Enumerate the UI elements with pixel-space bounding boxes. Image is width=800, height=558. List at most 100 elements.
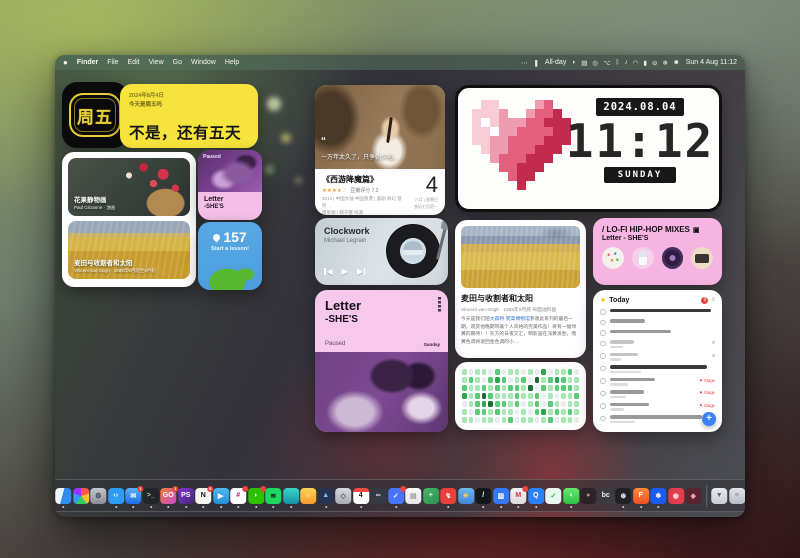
status-icon[interactable]: ◎	[592, 59, 598, 67]
dock-icon-chatgpt[interactable]: ⊛	[615, 488, 631, 504]
ipod-icon[interactable]	[632, 247, 654, 269]
dock-icon-teal-app[interactable]	[283, 488, 299, 504]
task-checkbox[interactable]	[600, 391, 606, 397]
dock-icon-notion[interactable]: N5	[195, 488, 211, 504]
task-row[interactable]: ⚑ Stage	[600, 403, 715, 411]
status-icon[interactable]: ⌥	[603, 59, 611, 67]
task-checkbox[interactable]	[600, 330, 606, 336]
music-widget-small[interactable]: Paused Letter -SHE'S	[198, 150, 262, 220]
task-checkbox[interactable]	[600, 353, 606, 359]
status-icon[interactable]: ▮	[643, 59, 647, 67]
pixel-clock-widget[interactable]: 2024.08.04 11:12 SUNDAY	[455, 85, 722, 212]
dock-icon-dark-blue-app[interactable]: ▲	[318, 488, 334, 504]
task-checkbox[interactable]	[600, 341, 606, 347]
dock-icon-vscode[interactable]: ‹›	[108, 488, 124, 504]
task-checkbox[interactable]	[600, 320, 606, 326]
task-checkbox[interactable]	[600, 309, 606, 315]
museum-link[interactable]: 文森特·梵高博物馆	[490, 317, 530, 322]
task-row[interactable]: ⚑ Stage	[600, 390, 715, 398]
list-menu-icon[interactable]: ≡	[711, 297, 715, 303]
play-button[interactable]: ▶	[342, 267, 348, 276]
dock-icon-red-face[interactable]: ◉	[668, 488, 684, 504]
task-row[interactable]: ⚑ Stage	[600, 378, 715, 386]
dock-icon-docs-blue[interactable]: ▥	[493, 488, 509, 504]
artwork-item[interactable]: 花果静物画Paul Cézanne · 油画	[68, 158, 190, 216]
camera-icon[interactable]	[691, 247, 713, 269]
task-checkbox[interactable]	[600, 378, 606, 384]
dock-icon-notes[interactable]: ▤	[405, 488, 421, 504]
dock-icon-cursor[interactable]: /	[475, 488, 491, 504]
status-icon[interactable]: ◐	[572, 59, 576, 67]
menu-item-edit[interactable]: Edit	[128, 59, 140, 66]
menu-item-help[interactable]: Help	[225, 59, 239, 66]
friday-app-icon[interactable]: 周五	[62, 82, 128, 148]
dock-icon-zap-red[interactable]: ↯	[440, 488, 456, 504]
dock-icon-bc-app[interactable]: bc	[598, 488, 614, 504]
dock-icon-calendar[interactable]: 4	[353, 488, 369, 504]
task-row[interactable]	[600, 365, 715, 373]
dock-icon-downloads[interactable]: ▼	[711, 488, 727, 504]
dock-icon-messages-green[interactable]: ◖	[563, 488, 579, 504]
art-detail-widget[interactable]: 麦田与收割者和太阳 Vincent van Gogh · 1889年9月底 布面…	[455, 220, 586, 358]
artworks-widget[interactable]: 花果静物画Paul Cézanne · 油画麦田与收割者和太阳Vincent v…	[62, 152, 196, 287]
dock-icon-ticktick[interactable]: ✓	[388, 488, 404, 504]
menu-item-finder[interactable]: Finder	[77, 59, 98, 66]
status-icon[interactable]: ▨	[581, 59, 587, 67]
dock-icon-finder[interactable]	[55, 488, 71, 504]
movie-quote-widget[interactable]: “ 一万年太久了，只争朝夕吧。 《西游降魔篇》 ★★★★☆ 豆瓣评分 7.2 2…	[315, 85, 445, 215]
dock-icon-wechat[interactable]: ◗	[248, 488, 264, 504]
dock-icon-red-m[interactable]: M	[510, 488, 526, 504]
menu-item-go[interactable]: Go	[173, 59, 182, 66]
task-row[interactable]	[600, 309, 715, 315]
dock-icon-goland[interactable]: GO1	[160, 488, 176, 504]
task-checkbox[interactable]	[600, 403, 606, 409]
menu-clock[interactable]: Sun 4 Aug 11:12	[686, 59, 737, 66]
music-player-widget[interactable]: Clockwork Michael Legrain ◀ ▶ ▶	[315, 218, 448, 285]
apple-menu-icon[interactable]: ●	[63, 59, 68, 67]
dock-icon-terminal[interactable]: >_	[143, 488, 159, 504]
stage-manager-icon[interactable]: ❚	[533, 59, 538, 67]
menu-item-window[interactable]: Window	[191, 59, 216, 66]
add-reminder-button[interactable]: +	[702, 412, 716, 426]
menu-item-view[interactable]: View	[149, 59, 164, 66]
status-icon[interactable]: ☻	[673, 59, 680, 67]
dock-icon-trash[interactable]: ≡	[729, 488, 745, 504]
dock-icon-shield-green[interactable]: ✓	[545, 488, 561, 504]
next-button[interactable]: ▶	[357, 267, 366, 276]
dock-icon-snowflake-blue[interactable]: ❄	[650, 488, 666, 504]
dock-icon-orange-f[interactable]: F	[633, 488, 649, 504]
task-row[interactable]	[600, 319, 715, 325]
lofi-playlist-widget[interactable]: / LO-FI HIP-HOP MIXES▣ Letter - SHE'S	[593, 218, 722, 285]
all-day-label[interactable]: All-day	[545, 59, 566, 66]
music-widget-large[interactable]: Letter -SHE'S Paused Sunday	[315, 290, 448, 432]
today-reminders-widget[interactable]: ★ Today 9 ≡ ⚑ Stage⚑ Stage⚑ Stage +	[593, 290, 722, 432]
artwork-item[interactable]: 麦田与收割者和太阳Vincent van Gogh · 1889年9月底至9月初	[68, 221, 190, 279]
dock-icon-phpstorm[interactable]: PS	[178, 488, 194, 504]
dock-icon-green-pattern-app[interactable]: +	[423, 488, 439, 504]
status-icon[interactable]: ⊖	[652, 59, 657, 67]
task-checkbox[interactable]	[600, 416, 606, 422]
dock-icon-slack[interactable]: #	[230, 488, 246, 504]
menu-item-file[interactable]: File	[107, 59, 118, 66]
dock-icon-maroon-app[interactable]: ◆	[685, 488, 701, 504]
dock-icon-qq[interactable]: Q	[528, 488, 544, 504]
dock-icon-glasses-app[interactable]: ∞	[370, 488, 386, 504]
dock-icon-weather[interactable]: ☀	[458, 488, 474, 504]
overflow-icon[interactable]: ⋯	[521, 59, 528, 67]
dock-icon-settings[interactable]: ⚙	[90, 488, 106, 504]
status-icon[interactable]: ❄	[662, 59, 667, 67]
task-checkbox[interactable]	[600, 366, 606, 372]
dock-icon-paw-app[interactable]: ☼	[300, 488, 316, 504]
status-icon[interactable]: ᛒ	[616, 59, 620, 67]
streak-widget[interactable]: 157 Start a lesson!	[198, 222, 262, 290]
dock-icon-telegram[interactable]: ▶	[213, 488, 229, 504]
friday-countdown-widget[interactable]: 2024年8月4日 今天是周五吗 不是，还有五天	[120, 84, 258, 148]
dock-icon-gray-app[interactable]: ◇	[335, 488, 351, 504]
dock-icon-dark-dot-app[interactable]: ●	[580, 488, 596, 504]
status-icon[interactable]: ◠	[633, 59, 639, 67]
vinyl-icon[interactable]	[662, 247, 684, 269]
dock-icon-mail[interactable]: ✉1	[125, 488, 141, 504]
dock-icon-launchpad[interactable]	[73, 488, 89, 504]
status-icon[interactable]: ♪	[625, 59, 628, 67]
previous-button[interactable]: ◀	[324, 267, 333, 276]
